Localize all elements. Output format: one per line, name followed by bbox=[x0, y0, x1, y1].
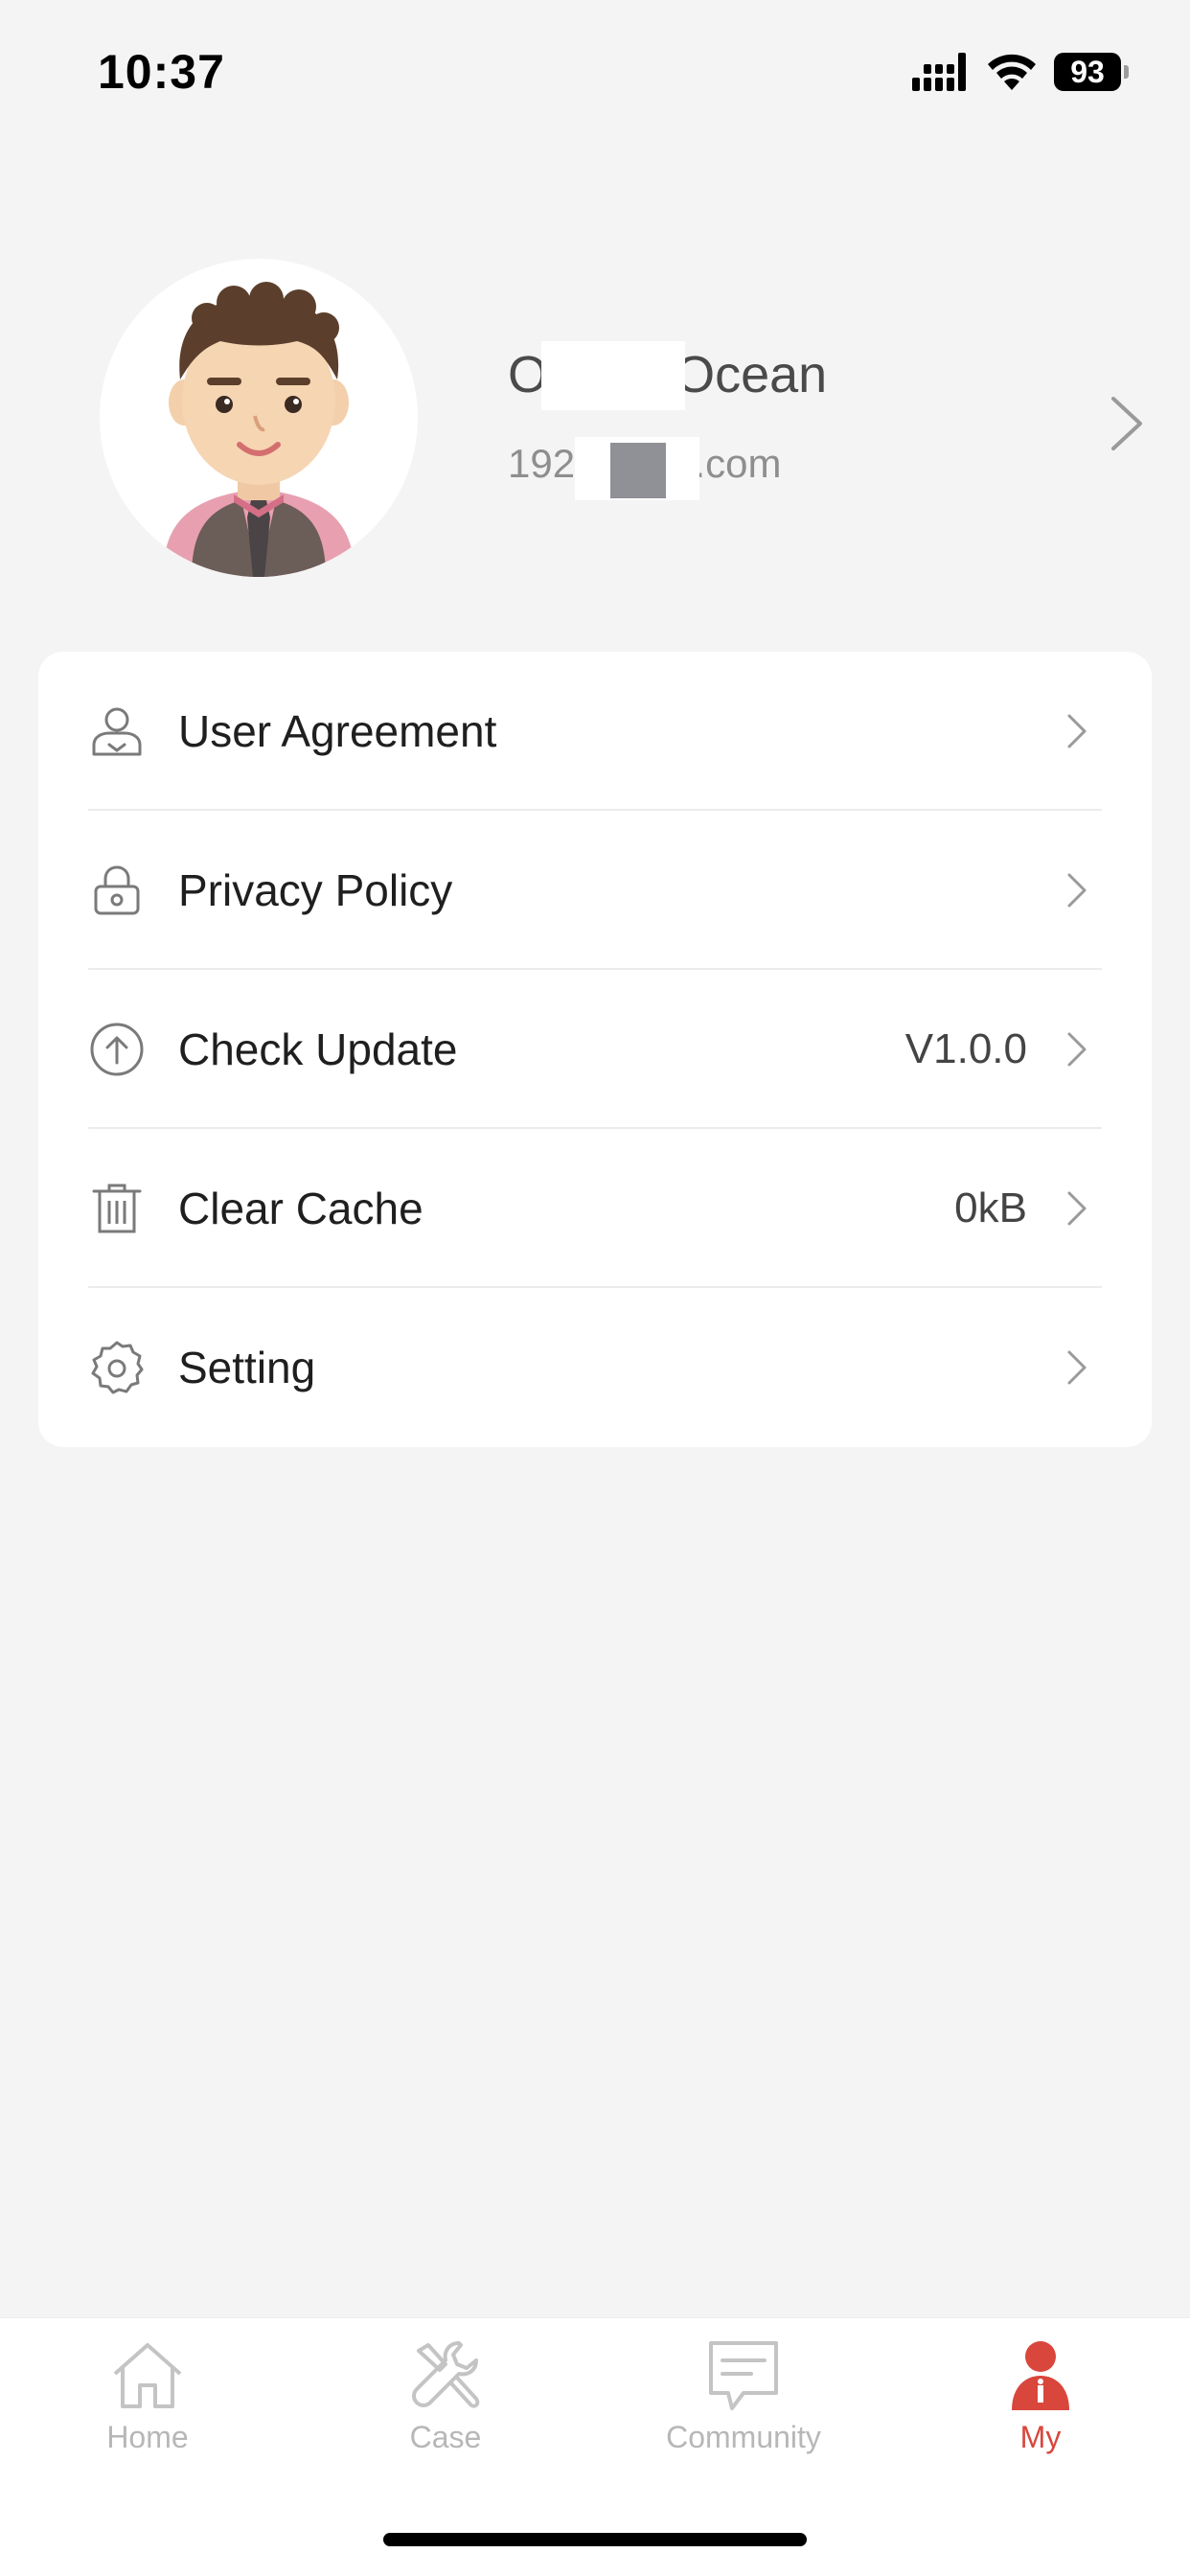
menu-item-setting[interactable]: Setting bbox=[88, 1288, 1102, 1447]
menu-item-privacy-policy[interactable]: Privacy Policy bbox=[88, 811, 1102, 970]
message-icon bbox=[709, 2341, 778, 2410]
tab-my[interactable]: My bbox=[926, 2337, 1156, 2491]
battery-tip bbox=[1124, 65, 1129, 79]
my-page: 10:37 93 Ocean 1928 User Agreement Priva… bbox=[0, 0, 1190, 2576]
cellular-signal-icon bbox=[912, 53, 966, 91]
chevron-right-icon bbox=[1067, 1350, 1087, 1385]
battery-level: 93 bbox=[1054, 53, 1121, 91]
name-redaction bbox=[541, 341, 685, 410]
lock-icon bbox=[94, 865, 140, 915]
avatar[interactable] bbox=[100, 259, 418, 577]
chevron-right-icon bbox=[1067, 873, 1087, 908]
gear-icon bbox=[91, 1341, 144, 1394]
tab-label: Case bbox=[409, 2420, 482, 2454]
status-bar: 10:37 93 bbox=[0, 0, 1190, 144]
status-icons: 93 bbox=[912, 52, 1129, 92]
cache-size-value: 0kB bbox=[954, 1184, 1027, 1231]
menu-label: User Agreement bbox=[178, 706, 497, 756]
tab-community[interactable]: Community bbox=[629, 2337, 858, 2491]
chevron-right-icon[interactable] bbox=[1106, 393, 1148, 454]
home-icon bbox=[113, 2343, 182, 2408]
tab-label: My bbox=[1019, 2420, 1062, 2454]
upload-arrow-icon bbox=[90, 1023, 144, 1076]
chevron-right-icon bbox=[1067, 1191, 1087, 1226]
battery-indicator: 93 bbox=[1054, 53, 1129, 91]
version-value: V1.0.0 bbox=[904, 1025, 1027, 1072]
menu-label: Clear Cache bbox=[178, 1184, 423, 1233]
chevron-right-icon bbox=[1067, 1032, 1087, 1067]
menu-label: Privacy Policy bbox=[178, 865, 453, 915]
tab-case[interactable]: Case bbox=[331, 2337, 561, 2491]
tab-home[interactable]: Home bbox=[33, 2337, 263, 2491]
trash-icon bbox=[92, 1184, 142, 1233]
wifi-icon bbox=[988, 54, 1036, 90]
person-icon bbox=[1012, 2341, 1069, 2410]
menu-label: Check Update bbox=[178, 1024, 458, 1074]
menu-card: User Agreement Privacy Policy Check Upda… bbox=[38, 652, 1152, 1447]
avatar-illustration bbox=[163, 282, 355, 577]
user-icon bbox=[92, 707, 142, 756]
wrench-icon bbox=[412, 2341, 480, 2408]
tab-label: Community bbox=[666, 2420, 821, 2454]
menu-item-user-agreement[interactable]: User Agreement bbox=[88, 652, 1102, 811]
home-indicator bbox=[383, 2533, 807, 2546]
tab-label: Home bbox=[106, 2420, 189, 2454]
menu-label: Setting bbox=[178, 1343, 316, 1392]
profile-header[interactable]: Ocean Ocean 1928 @qq.com bbox=[0, 249, 1190, 585]
chevron-right-icon bbox=[1067, 714, 1087, 748]
email-redaction-box bbox=[610, 443, 666, 498]
status-time: 10:37 bbox=[98, 45, 225, 99]
menu-item-clear-cache[interactable]: Clear Cache 0kB bbox=[88, 1129, 1102, 1288]
menu-item-check-update[interactable]: Check Update V1.0.0 bbox=[88, 970, 1102, 1129]
